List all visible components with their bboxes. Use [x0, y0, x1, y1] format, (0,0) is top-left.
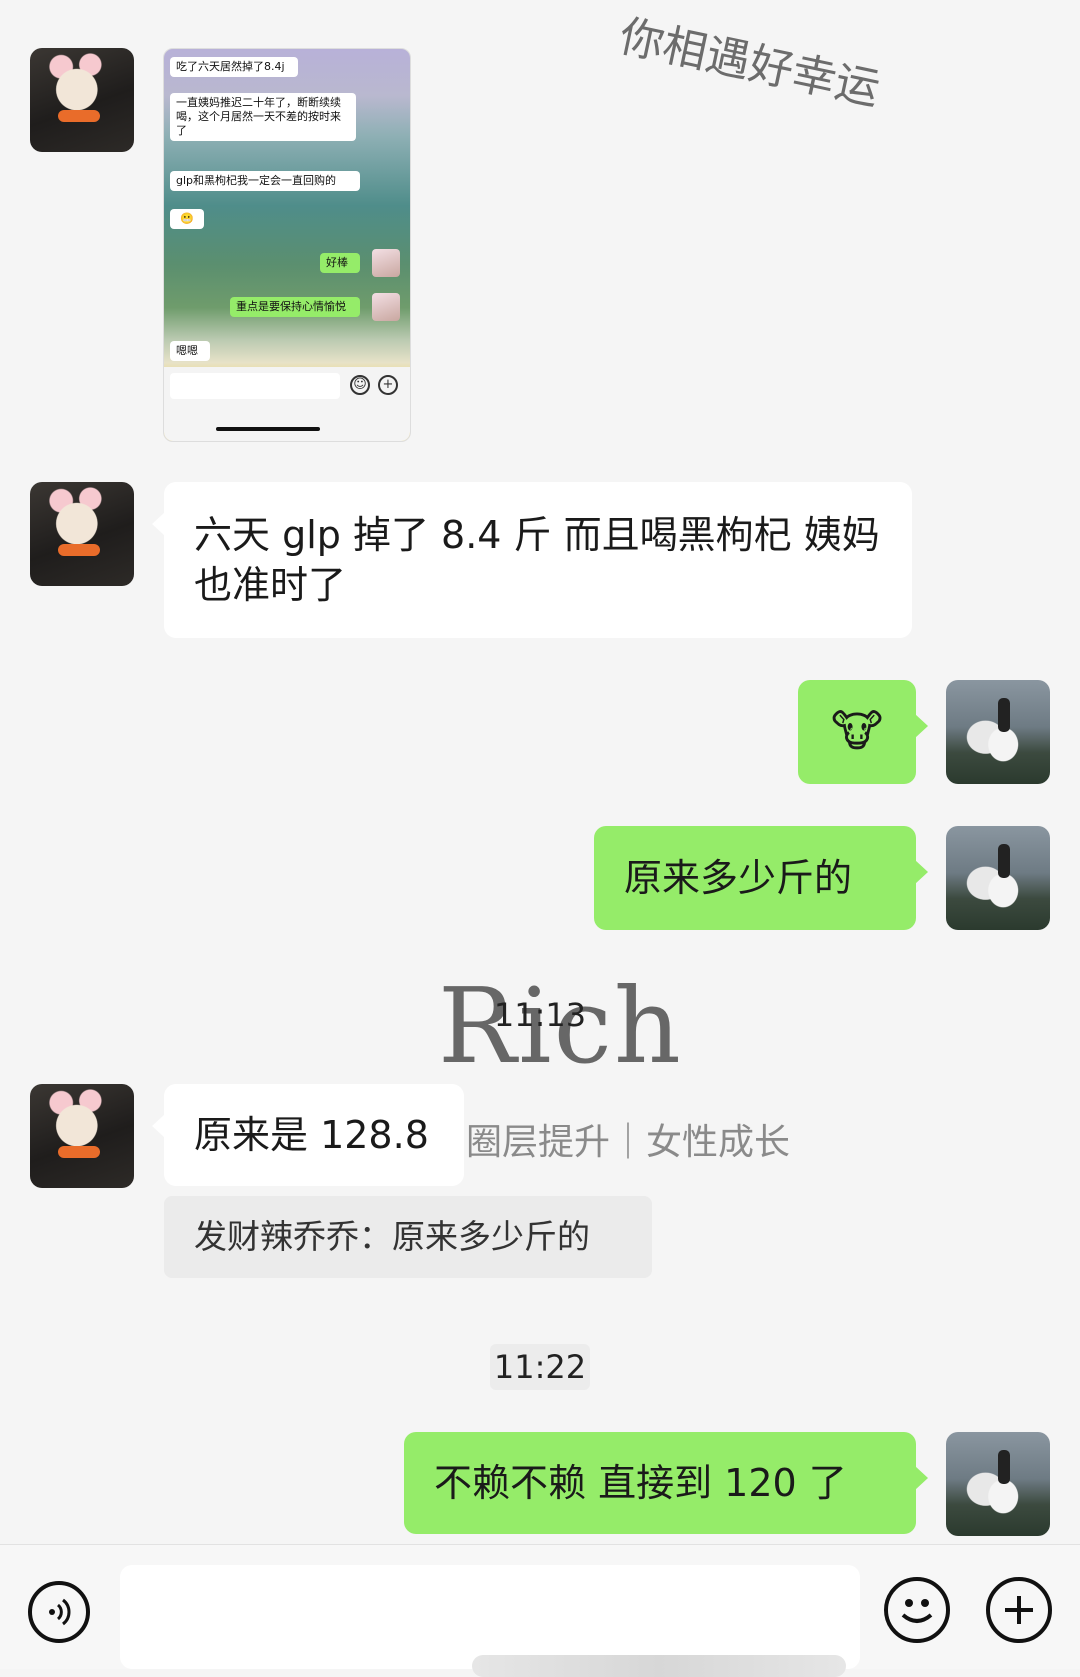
timestamp: 11:22	[490, 1344, 590, 1390]
avatar-contact[interactable]	[30, 1084, 134, 1188]
watermark-tagline: 圈层提升｜女性成长	[466, 1122, 791, 1163]
mini-message: glp和黑枸杞我一定会一直回购的	[170, 171, 360, 191]
message-text: 不赖不赖 直接到 120 了	[434, 1461, 847, 1505]
mini-input-bar: ☺ +	[164, 367, 410, 441]
cow-emoji: 🐮	[830, 706, 884, 757]
message-text: 六天 glp 掉了 8.4 斤 而且喝黑枸杞 姨妈也准时了	[194, 513, 880, 607]
timestamp: 11:13	[493, 996, 587, 1034]
mini-message: 重点是要保持心情愉悦	[230, 297, 360, 317]
mini-avatar	[372, 249, 400, 277]
emoji-icon[interactable]	[884, 1577, 950, 1643]
voice-icon[interactable]	[28, 1581, 90, 1643]
mini-home-indicator	[216, 427, 320, 431]
outgoing-message-bubble[interactable]: 不赖不赖 直接到 120 了	[404, 1432, 928, 1534]
incoming-message-bubble[interactable]: 六天 glp 掉了 8.4 斤 而且喝黑枸杞 姨妈也准时了	[152, 482, 912, 638]
avatar-self[interactable]	[946, 680, 1050, 784]
mini-message: 嗯嗯	[170, 341, 210, 361]
mini-emoji-icon: ☺	[350, 375, 370, 395]
mini-input-box	[170, 373, 340, 399]
mini-avatar	[372, 293, 400, 321]
message-text: 原来是 128.8	[194, 1113, 429, 1157]
shared-screenshot-image[interactable]: 吃了六天居然掉了8.4j 一直姨妈推迟二十年了，断断续续喝，这个月居然一天不差的…	[163, 48, 411, 442]
incoming-message-bubble[interactable]: 原来是 128.8	[152, 1084, 464, 1186]
avatar-contact[interactable]	[30, 482, 134, 586]
outgoing-message-bubble[interactable]: 🐮	[798, 680, 928, 784]
mini-message: 好棒	[320, 253, 360, 273]
avatar-self[interactable]	[946, 826, 1050, 930]
watermark-arc-text: 你相遇好幸运	[615, 10, 884, 116]
mini-message: 😬	[170, 209, 204, 229]
quoted-text: 发财辣乔乔：原来多少斤的	[194, 1217, 590, 1256]
plus-icon[interactable]	[986, 1577, 1052, 1643]
message-input[interactable]	[120, 1565, 860, 1677]
message-text: 原来多少斤的	[624, 856, 853, 900]
redacted-bar	[472, 1655, 846, 1677]
outgoing-message-bubble[interactable]: 原来多少斤的	[594, 826, 928, 930]
mini-message: 一直姨妈推迟二十年了，断断续续喝，这个月居然一天不差的按时来了	[170, 93, 356, 141]
quoted-message[interactable]: 发财辣乔乔：原来多少斤的	[164, 1196, 652, 1278]
mini-message: 吃了六天居然掉了8.4j	[170, 57, 298, 77]
avatar-contact[interactable]	[30, 48, 134, 152]
chat-input-bar	[0, 1544, 1080, 1677]
avatar-self[interactable]	[946, 1432, 1050, 1536]
mini-plus-icon: +	[378, 375, 398, 395]
